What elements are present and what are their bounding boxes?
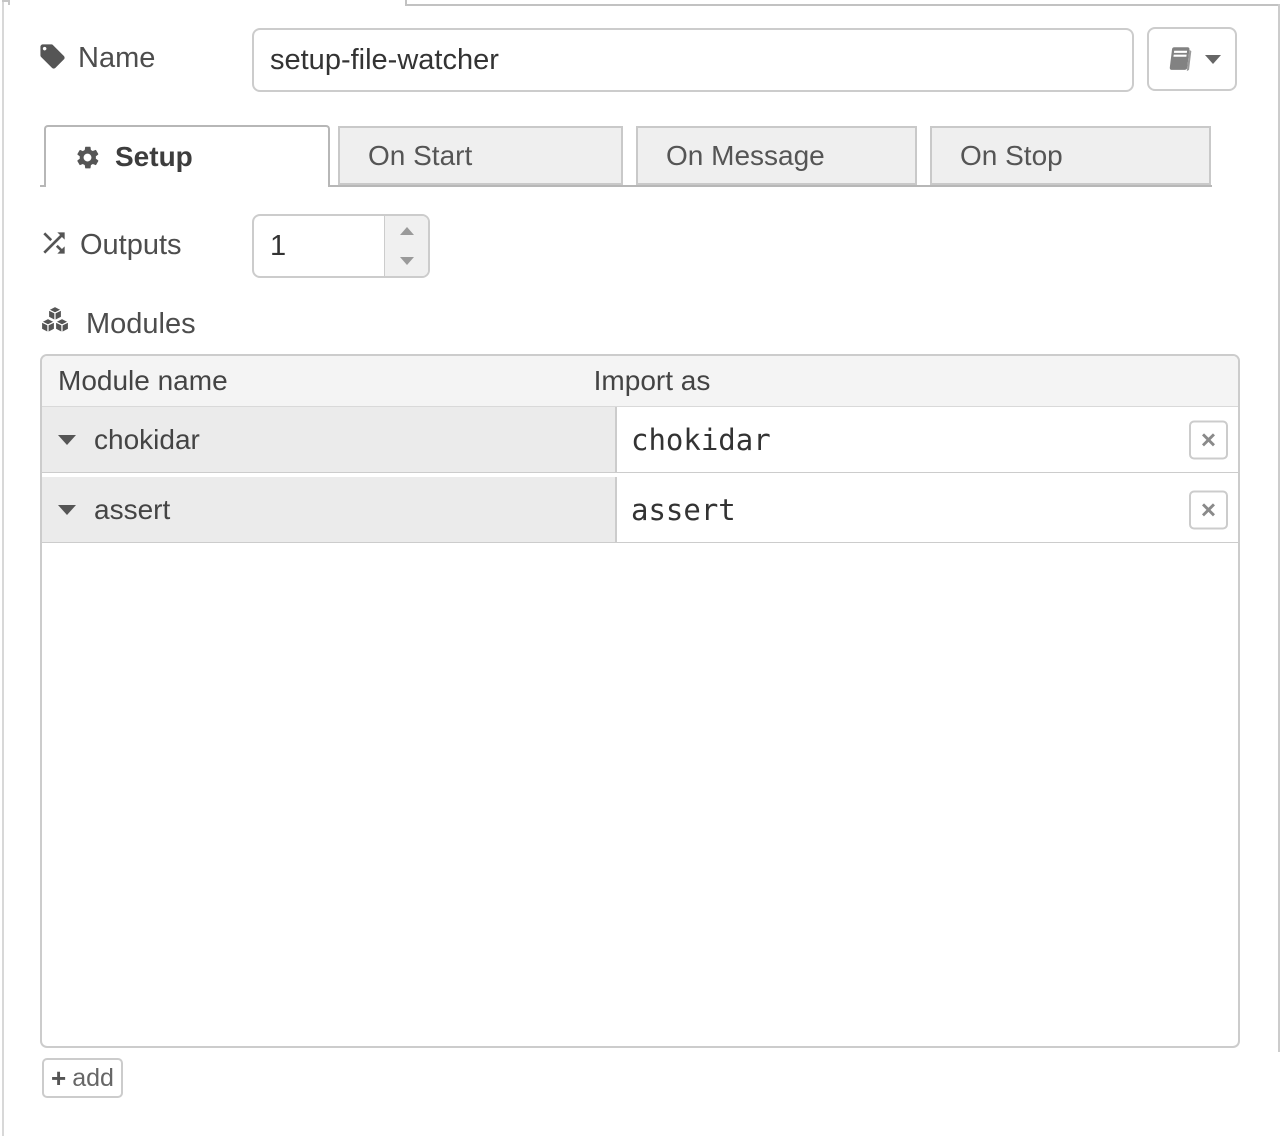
- panel-topleft-fragment-h: [2, 0, 9, 2]
- header-import-as: Import as: [594, 365, 711, 397]
- module-import-cell: ×: [617, 407, 1238, 472]
- gear-icon: [74, 144, 101, 171]
- tab-on-stop[interactable]: On Stop: [930, 126, 1211, 185]
- module-row-expand-assert[interactable]: assert: [42, 477, 617, 542]
- outputs-spinner-field: [252, 214, 430, 278]
- import-as-input-chokidar[interactable]: [617, 423, 1147, 457]
- name-input[interactable]: [252, 28, 1134, 92]
- chevron-down-icon: [58, 505, 76, 515]
- module-row-assert: assert ×: [42, 477, 1238, 543]
- panel-top-border: [406, 4, 1280, 6]
- chevron-down-icon: [58, 435, 76, 445]
- tab-on-start-label: On Start: [368, 140, 472, 172]
- chevron-down-icon: [1205, 55, 1221, 64]
- tab-setup-label: Setup: [115, 141, 193, 173]
- book-icon: [1163, 44, 1194, 75]
- plus-icon: +: [51, 1065, 66, 1091]
- tab-on-start[interactable]: On Start: [338, 126, 623, 185]
- modules-list: Module name Import as chokidar × assert: [40, 354, 1240, 1048]
- spinner-up-icon: [400, 227, 414, 235]
- spinner-down-icon: [400, 257, 414, 265]
- module-import-cell: ×: [617, 477, 1238, 542]
- close-icon: ×: [1201, 497, 1216, 523]
- outputs-input[interactable]: [254, 216, 384, 276]
- remove-module-button[interactable]: ×: [1189, 490, 1228, 529]
- close-icon: ×: [1201, 427, 1216, 453]
- name-field-label: Name: [78, 42, 155, 75]
- tag-icon: [38, 42, 67, 71]
- module-name: chokidar: [94, 424, 200, 456]
- module-row-chokidar: chokidar ×: [42, 407, 1238, 473]
- shuffle-icon: [38, 227, 70, 259]
- header-module-name: Module name: [58, 365, 228, 397]
- number-spinner: [384, 216, 428, 276]
- add-module-button[interactable]: + add: [42, 1058, 123, 1098]
- remove-module-button[interactable]: ×: [1189, 420, 1228, 459]
- tab-on-message-label: On Message: [666, 140, 825, 172]
- tab-on-message[interactable]: On Message: [636, 126, 917, 185]
- tabbar-underline: [330, 185, 1212, 187]
- library-button[interactable]: [1147, 27, 1237, 91]
- panel-left-border: [2, 0, 4, 1136]
- tab-on-stop-label: On Stop: [960, 140, 1063, 172]
- modules-section-label: Modules: [86, 308, 196, 341]
- panel-right-border: [1278, 4, 1280, 1052]
- modules-list-header: Module name Import as: [42, 356, 1238, 407]
- add-module-label: add: [72, 1066, 114, 1091]
- cubes-icon: [36, 305, 74, 338]
- outputs-field-label: Outputs: [80, 229, 182, 262]
- module-row-expand-chokidar[interactable]: chokidar: [42, 407, 617, 472]
- spinner-down-button[interactable]: [385, 246, 428, 276]
- tab-setup[interactable]: Setup: [44, 125, 330, 187]
- import-as-input-assert[interactable]: [617, 493, 1147, 527]
- module-name: assert: [94, 494, 170, 526]
- panel-top-border-corner: [405, 0, 407, 6]
- spinner-up-button[interactable]: [385, 216, 428, 246]
